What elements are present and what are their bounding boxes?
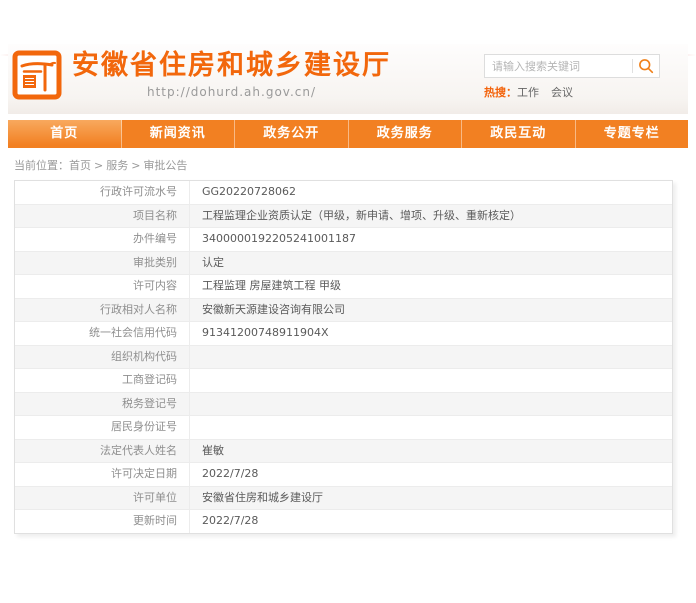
breadcrumb-item[interactable]: 审批公告 <box>143 159 187 172</box>
nav-tab-special[interactable]: 专题专栏 <box>576 120 689 148</box>
row-label: 法定代表人姓名 <box>15 440 190 463</box>
row-label: 组织机构代码 <box>15 346 190 369</box>
row-value: 工程监理企业资质认定（甲级，新申请、增项、升级、重新核定） <box>190 205 672 228</box>
table-row: 工商登记码 <box>15 369 672 393</box>
row-value: 安徽省住房和城乡建设厅 <box>190 487 672 510</box>
row-value <box>190 346 672 369</box>
row-label: 居民身份证号 <box>15 416 190 439</box>
search-button[interactable] <box>633 55 659 77</box>
table-row: 许可单位安徽省住房和城乡建设厅 <box>15 487 672 511</box>
table-row: 居民身份证号 <box>15 416 672 440</box>
row-value: 91341200748911904X <box>190 322 672 345</box>
row-label: 办件编号 <box>15 228 190 251</box>
site-logo[interactable] <box>12 50 62 100</box>
table-row: 行政相对人名称安徽新天源建设咨询有限公司 <box>15 299 672 323</box>
row-value: 2022/7/28 <box>190 510 672 533</box>
hot-search-label: 热搜： <box>484 86 517 99</box>
nav-tab-news[interactable]: 新闻资讯 <box>122 120 236 148</box>
row-value: 工程监理 房屋建筑工程 甲级 <box>190 275 672 298</box>
row-label: 工商登记码 <box>15 369 190 392</box>
row-value: 认定 <box>190 252 672 275</box>
brand-block: 安徽省住房和城乡建设厅 http://dohurd.ah.gov.cn/ <box>72 50 391 99</box>
breadcrumb-separator: > <box>94 159 103 172</box>
row-label: 项目名称 <box>15 205 190 228</box>
table-row: 更新时间2022/7/28 <box>15 510 672 533</box>
row-value <box>190 416 672 439</box>
row-value: GG20220728062 <box>190 181 672 204</box>
row-value: 2022/7/28 <box>190 463 672 486</box>
row-label: 审批类别 <box>15 252 190 275</box>
row-value: 安徽新天源建设咨询有限公司 <box>190 299 672 322</box>
nav-tab-gov-service[interactable]: 政务服务 <box>349 120 463 148</box>
site-url: http://dohurd.ah.gov.cn/ <box>72 85 391 99</box>
search-box <box>484 54 660 78</box>
search-area: 热搜：工作会议 <box>484 54 660 100</box>
table-row: 许可内容工程监理 房屋建筑工程 甲级 <box>15 275 672 299</box>
nav-tab-gov-open[interactable]: 政务公开 <box>235 120 349 148</box>
breadcrumb-separator: > <box>131 159 140 172</box>
row-label: 统一社会信用代码 <box>15 322 190 345</box>
page-container: 安徽省住房和城乡建设厅 http://dohurd.ah.gov.cn/ 热搜：… <box>8 44 688 534</box>
table-row: 许可决定日期2022/7/28 <box>15 463 672 487</box>
hot-search-row: 热搜：工作会议 <box>484 84 660 100</box>
nav-tab-interaction[interactable]: 政民互动 <box>462 120 576 148</box>
table-row: 审批类别认定 <box>15 252 672 276</box>
breadcrumb: 当前位置：首页>服务>审批公告 <box>8 148 688 180</box>
hot-search-link[interactable]: 会议 <box>551 86 573 99</box>
row-label: 许可决定日期 <box>15 463 190 486</box>
breadcrumb-item[interactable]: 首页 <box>69 159 91 172</box>
row-label: 税务登记号 <box>15 393 190 416</box>
row-label: 行政许可流水号 <box>15 181 190 204</box>
main-nav: 首页新闻资讯政务公开政务服务政民互动专题专栏 <box>8 120 688 148</box>
site-title: 安徽省住房和城乡建设厅 <box>72 50 391 82</box>
table-row: 项目名称工程监理企业资质认定（甲级，新申请、增项、升级、重新核定） <box>15 205 672 229</box>
row-value: 崔敏 <box>190 440 672 463</box>
search-icon <box>637 57 655 75</box>
row-label: 许可单位 <box>15 487 190 510</box>
row-value <box>190 393 672 416</box>
breadcrumb-prefix: 当前位置： <box>14 159 69 172</box>
license-info-table: 行政许可流水号GG20220728062项目名称工程监理企业资质认定（甲级，新申… <box>14 180 673 534</box>
row-value: 3400000192205241001187 <box>190 228 672 251</box>
table-row: 组织机构代码 <box>15 346 672 370</box>
row-label: 许可内容 <box>15 275 190 298</box>
row-label: 更新时间 <box>15 510 190 533</box>
row-label: 行政相对人名称 <box>15 299 190 322</box>
table-row: 行政许可流水号GG20220728062 <box>15 181 672 205</box>
table-row: 税务登记号 <box>15 393 672 417</box>
breadcrumb-item[interactable]: 服务 <box>106 159 128 172</box>
hot-links: 工作会议 <box>517 86 585 99</box>
table-row: 法定代表人姓名崔敏 <box>15 440 672 464</box>
gate-icon <box>12 50 62 100</box>
hot-search-link[interactable]: 工作 <box>517 86 539 99</box>
table-row: 办件编号3400000192205241001187 <box>15 228 672 252</box>
search-input[interactable] <box>485 60 632 73</box>
nav-tab-home[interactable]: 首页 <box>8 120 122 148</box>
row-value <box>190 369 672 392</box>
table-row: 统一社会信用代码91341200748911904X <box>15 322 672 346</box>
site-header: 安徽省住房和城乡建设厅 http://dohurd.ah.gov.cn/ 热搜：… <box>8 44 688 114</box>
